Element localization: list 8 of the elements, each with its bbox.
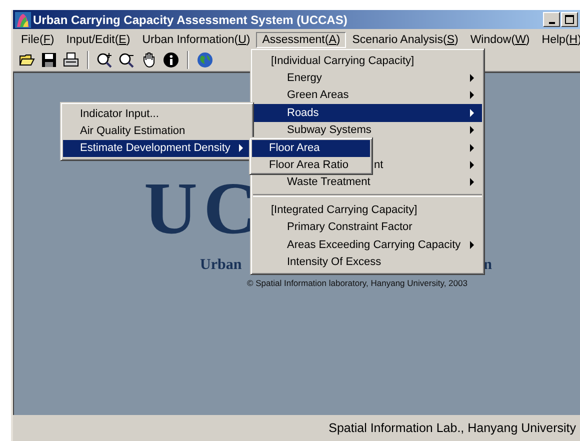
copyright-text: © Spatial Information laboratory, Hanyang University, 2003: [246, 278, 468, 288]
window-title: Urban Carrying Capacity Assessment System (UCCAS): [33, 12, 348, 26]
logo-subtitle: Urban: [200, 257, 242, 274]
logo-letter: U: [144, 172, 198, 246]
status-text: Spatial Information Lab., Hanyang University: [328, 421, 576, 435]
logo-letter: C: [203, 172, 257, 246]
menu-heading: [Individual Carrying Capacity]: [270, 54, 416, 69]
menu-heading: [Integrated Carrying Capacity]: [270, 202, 418, 218]
